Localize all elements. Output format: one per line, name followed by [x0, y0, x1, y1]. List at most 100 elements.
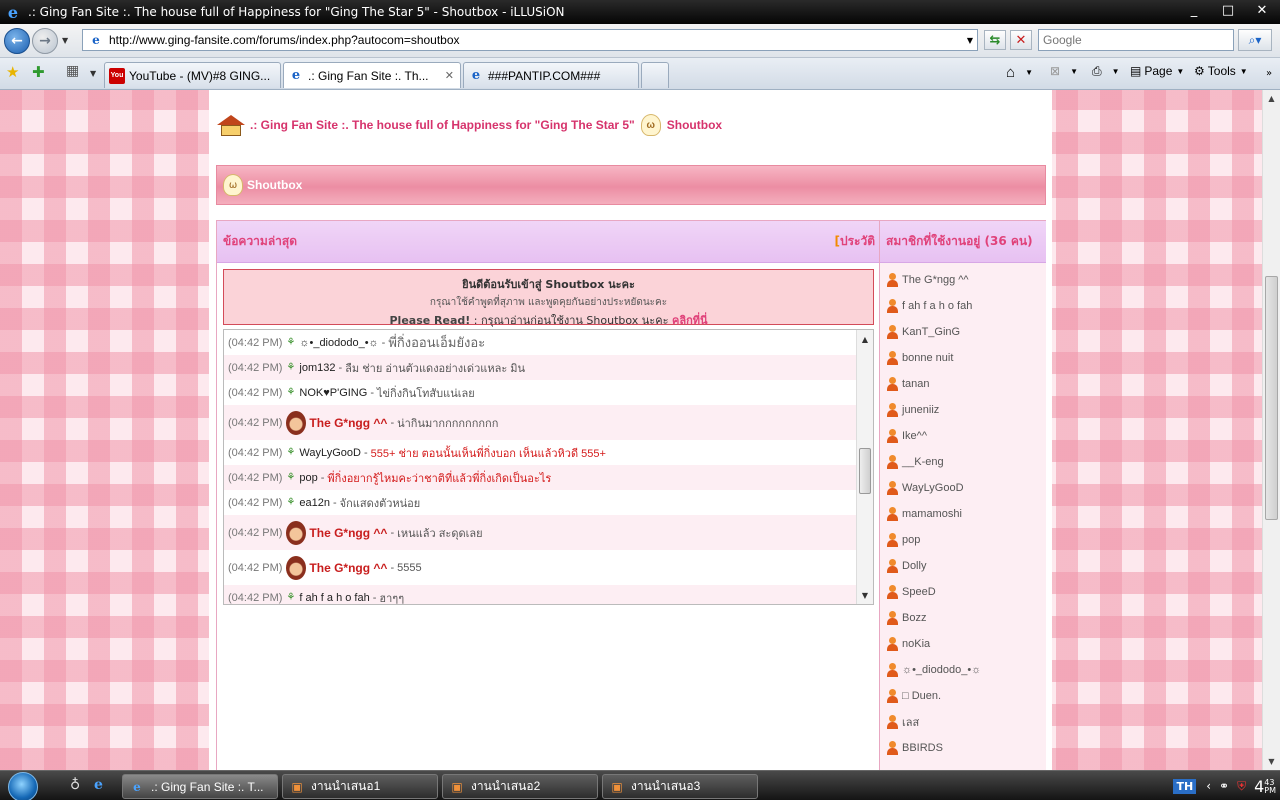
online-user-item[interactable]: The G*ngg ^^ [880, 267, 1046, 293]
breadcrumb-site-link[interactable]: .: Ging Fan Site :. The house full of Ha… [250, 118, 635, 132]
taskbar-item-presentation1[interactable]: ▣ งานนำเสนอ1 [282, 774, 438, 799]
history-dropdown-icon[interactable]: ▼ [62, 36, 68, 45]
online-user-item[interactable]: Bozz [880, 605, 1046, 631]
start-button[interactable] [8, 772, 38, 800]
scroll-down-icon[interactable]: ▼ [1263, 753, 1280, 770]
online-user-item[interactable]: SpeeD [880, 579, 1046, 605]
network-icon[interactable]: ⚭ [1219, 779, 1229, 793]
message-author[interactable]: NOK♥P'GING [299, 387, 367, 399]
taskbar-item-browser[interactable]: e .: Ging Fan Site :. T... [122, 774, 278, 799]
tab-youtube[interactable]: You YouTube - (MV)#8 GING... [104, 62, 281, 88]
stop-button[interactable]: ✕ [1010, 30, 1032, 50]
tab-close-icon[interactable]: ✕ [445, 69, 454, 82]
message-scrollbar[interactable]: ▲ ▼ [856, 330, 873, 604]
search-input[interactable] [1039, 30, 1233, 50]
close-button[interactable]: ✕ [1248, 0, 1276, 20]
window-controls: _ □ ✕ [1174, 0, 1276, 20]
click-here-link[interactable]: คลิกที่นี่ [672, 314, 708, 327]
add-favorites-icon[interactable]: ✚ [32, 63, 45, 81]
message-text: จักแสดงตัวหน่อย [339, 497, 421, 510]
search-field[interactable] [1038, 29, 1234, 51]
online-user-item[interactable]: bonne nuit [880, 345, 1046, 371]
scroll-thumb[interactable] [859, 448, 871, 494]
message-author[interactable]: The G*ngg ^^ [309, 561, 387, 575]
online-user-item[interactable]: juneniiz [880, 397, 1046, 423]
tray-expand-icon[interactable]: ‹ [1206, 779, 1211, 793]
history-link[interactable]: [ประวัติ [834, 232, 875, 251]
youtube-icon: You [109, 67, 125, 84]
scroll-down-icon[interactable]: ▼ [857, 588, 873, 602]
tab-ging-fansite[interactable]: e .: Ging Fan Site :. Th... ✕ [283, 62, 461, 88]
message-author[interactable]: pop [299, 472, 317, 484]
message-author[interactable]: ☼•_diododo_•☼ [299, 337, 378, 349]
refresh-button[interactable]: ⇆ [984, 30, 1006, 50]
page-viewport: .: Ging Fan Site :. The house full of Ha… [0, 90, 1262, 770]
show-desktop-icon[interactable]: ♁ [70, 777, 80, 793]
online-user-name: f ah f a h o fah [902, 300, 973, 312]
powerpoint-icon: ▣ [451, 779, 463, 794]
home-button[interactable]: ⌂ ▼ [1006, 64, 1033, 81]
online-user-item[interactable]: WayLyGooD [880, 475, 1046, 501]
minimize-button[interactable]: _ [1180, 0, 1208, 20]
address-field[interactable]: e ▼ [82, 29, 978, 51]
taskbar-item-label: .: Ging Fan Site :. T... [151, 779, 264, 794]
search-button[interactable]: ⌕▾ [1238, 29, 1272, 51]
online-user-item[interactable]: __K-eng [880, 449, 1046, 475]
user-icon [886, 299, 899, 313]
online-user-item[interactable]: noKia [880, 631, 1046, 657]
taskbar-item-presentation3[interactable]: ▣ งานนำเสนอ3 [602, 774, 758, 799]
scroll-thumb[interactable] [1265, 276, 1278, 520]
forward-button[interactable]: → [32, 28, 58, 54]
online-user-item[interactable]: KanT_GinG [880, 319, 1046, 345]
user-icon [886, 637, 899, 651]
tab-list-dropdown-icon[interactable]: ▼ [90, 69, 96, 78]
chevron-right-icon[interactable]: » [1266, 68, 1272, 79]
maximize-button[interactable]: □ [1214, 0, 1242, 20]
back-button[interactable]: ← [4, 28, 30, 54]
page-scrollbar[interactable]: ▲ ▼ [1262, 90, 1280, 770]
security-shield-icon[interactable]: ⛨ [1237, 779, 1246, 794]
message-author[interactable]: jom132 [299, 362, 335, 374]
online-user-item[interactable]: Ike^^ [880, 423, 1046, 449]
message-author[interactable]: WayLyGooD [299, 447, 361, 459]
scroll-up-icon[interactable]: ▲ [1263, 90, 1280, 107]
sprout-icon: ⚘ [286, 472, 296, 483]
online-user-item[interactable]: mamamoshi [880, 501, 1046, 527]
language-indicator[interactable]: TH [1173, 778, 1197, 794]
tab-pantip[interactable]: e ###PANTIP.COM### [463, 62, 639, 88]
feeds-button[interactable]: ⊠ ▼ [1050, 64, 1078, 78]
message-author[interactable]: f ah f a h o fah [299, 592, 369, 604]
online-user-item[interactable]: Dolly [880, 553, 1046, 579]
online-user-item[interactable]: pop [880, 527, 1046, 553]
online-user-item[interactable]: เลส [880, 709, 1046, 735]
print-button[interactable]: ⎙ ▼ [1092, 64, 1120, 79]
tools-menu[interactable]: ⚙ Tools ▼ [1194, 64, 1248, 78]
quick-tabs-icon[interactable]: ▦ [66, 63, 79, 79]
url-input[interactable] [109, 33, 959, 47]
page-menu[interactable]: ▤ Page ▼ [1130, 64, 1184, 78]
message-text: ไข่กิ่งกินโทสับแน่เลย [376, 387, 475, 400]
new-tab-button[interactable] [641, 62, 669, 88]
message-list[interactable]: (04:42 PM) ⚘ ☼•_diododo_•☼ - พี่กิ่งออนเอ็มย… [223, 329, 874, 605]
separator: - [390, 561, 395, 574]
taskbar-item-presentation2[interactable]: ▣ งานนำเสนอ2 [442, 774, 598, 799]
scroll-up-icon[interactable]: ▲ [857, 332, 873, 346]
forum-page: .: Ging Fan Site :. The house full of Ha… [209, 90, 1052, 770]
message-author[interactable]: The G*ngg ^^ [309, 416, 387, 430]
online-user-item[interactable]: □ Duen. [880, 683, 1046, 709]
message-author[interactable]: ea12n [299, 497, 330, 509]
online-user-item[interactable]: ☼•_diododo_•☼ [880, 657, 1046, 683]
online-user-item[interactable]: tanan [880, 371, 1046, 397]
user-icon [886, 273, 899, 287]
online-user-name: เลส [902, 717, 920, 729]
message-author[interactable]: The G*ngg ^^ [309, 526, 387, 540]
ie-icon[interactable]: e [94, 777, 103, 793]
sprout-icon: ⚘ [286, 497, 296, 508]
favorites-star-icon[interactable]: ★ [6, 63, 19, 81]
tools-menu-label: Tools [1207, 64, 1236, 78]
online-user-item[interactable]: f ah f a h o fah [880, 293, 1046, 319]
clock[interactable]: 443 PM [1254, 777, 1276, 796]
breadcrumb-section-link[interactable]: Shoutbox [667, 118, 722, 132]
online-user-item[interactable]: BBIRDS [880, 735, 1046, 761]
address-dropdown-icon[interactable]: ▼ [967, 36, 973, 45]
